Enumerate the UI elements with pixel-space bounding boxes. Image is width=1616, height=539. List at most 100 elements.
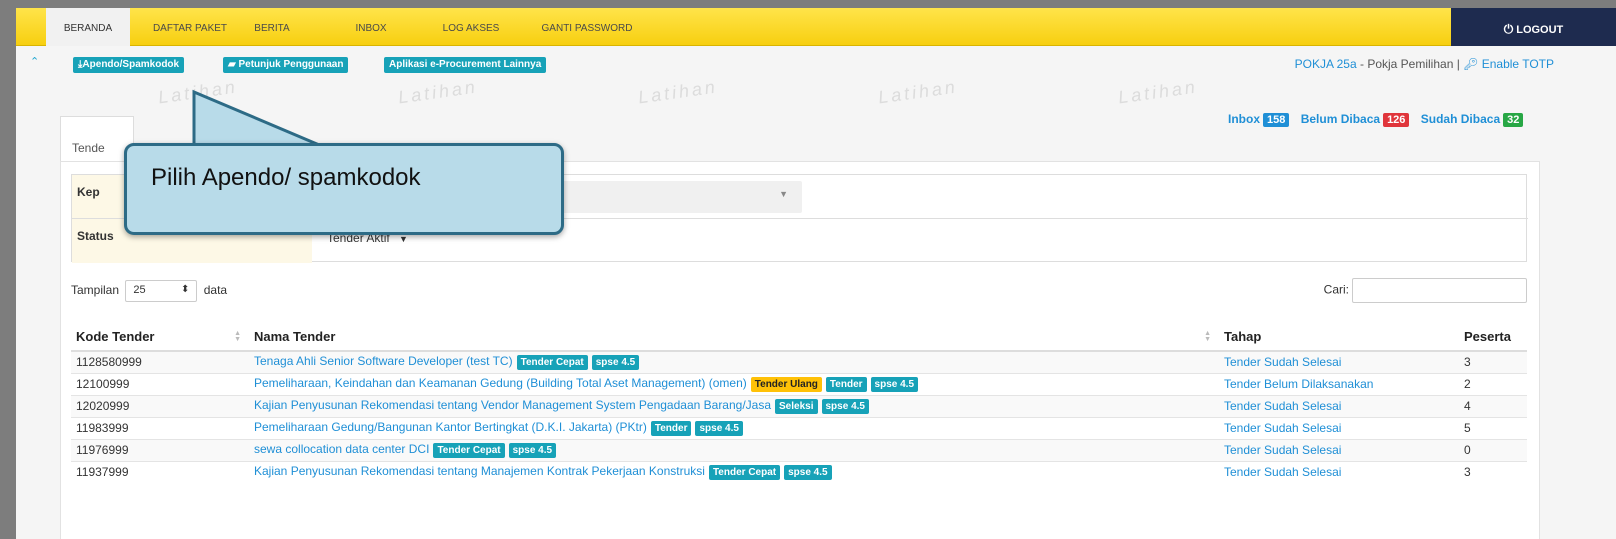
user-info: POKJA 25a - Pokja Pemilihan | 🔑︎ Enable … xyxy=(1295,57,1554,71)
tahap-link[interactable]: Tender Sudah Selesai xyxy=(1224,399,1341,413)
nav-beranda[interactable]: BERANDA xyxy=(46,8,130,46)
kode-tender-cell: 11983999 xyxy=(71,416,249,439)
watermark: Latihan xyxy=(636,76,719,108)
tender-badge: spse 4.5 xyxy=(870,377,919,392)
tender-badge: spse 4.5 xyxy=(695,421,743,436)
tahap-cell: Tender Belum Dilaksanakan xyxy=(1219,372,1459,395)
nama-tender-cell: Kajian Penyusunan Rekomendasi tentang Ve… xyxy=(249,394,1219,417)
kode-tender-cell: 1128580999 xyxy=(71,350,249,373)
search-label: Cari: xyxy=(1323,282,1349,297)
tahap-link[interactable]: Tender Belum Dilaksanakan xyxy=(1224,377,1373,391)
tender-badge: spse 4.5 xyxy=(821,399,869,414)
sudah-dibaca-link[interactable]: Sudah Dibaca xyxy=(1421,112,1500,126)
tender-link[interactable]: Tenaga Ahli Senior Software Developer (t… xyxy=(254,354,513,368)
logout-label: LOGOUT xyxy=(1516,24,1564,36)
search-control: Cari: xyxy=(1324,278,1527,303)
caret-down-icon: ▼ xyxy=(779,189,788,199)
length-suffix: data xyxy=(203,283,228,298)
search-input[interactable] xyxy=(1352,278,1527,303)
tahap-cell: Tender Sudah Selesai xyxy=(1219,438,1459,461)
aplikasi-label: Aplikasi e-Procurement Lainnya xyxy=(389,59,542,70)
tender-link[interactable]: sewa collocation data center DCI xyxy=(254,442,429,456)
sudah-dibaca-count-badge: 32 xyxy=(1503,113,1524,127)
kode-tender-cell: 12020999 xyxy=(71,394,249,417)
kode-tender-cell: 11937999 xyxy=(71,460,249,483)
sort-icon: ▲ ▼ xyxy=(234,330,241,343)
quick-links-bar: ⌃ ⤓Apendo/Spamkodok ▰ Petunjuk Penggunaa… xyxy=(16,46,1616,81)
tender-badge: spse 4.5 xyxy=(591,355,640,371)
petunjuk-label: Petunjuk Penggunaan xyxy=(238,59,344,70)
nama-tender-cell: Pemeliharaan Gedung/Bangunan Kantor Bert… xyxy=(249,416,1219,439)
tender-badge: spse 4.5 xyxy=(508,443,557,458)
nav-daftar-paket[interactable]: DAFTAR PAKET xyxy=(144,8,236,46)
peserta-cell: 3 xyxy=(1459,350,1527,373)
enable-totp-link[interactable]: Enable TOTP xyxy=(1482,57,1554,71)
belum-dibaca-count-badge: 126 xyxy=(1383,113,1410,127)
header-tahap[interactable]: Tahap xyxy=(1219,323,1459,352)
peserta-cell: 5 xyxy=(1459,416,1527,439)
nama-tender-cell: sewa collocation data center DCI Tender C… xyxy=(249,438,1219,461)
tahap-cell: Tender Sudah Selesai xyxy=(1219,394,1459,417)
nav-ganti-password[interactable]: GANTI PASSWORD xyxy=(528,8,646,46)
inbox-link[interactable]: Inbox xyxy=(1228,112,1260,126)
tahap-cell: Tender Sudah Selesai xyxy=(1219,416,1459,439)
tender-link[interactable]: Pemeliharaan, Keindahan dan Keamanan Ged… xyxy=(254,376,747,390)
peserta-cell: 0 xyxy=(1459,438,1527,461)
tender-badge: Tender Ulang xyxy=(750,377,822,392)
aplikasi-button[interactable]: Aplikasi e-Procurement Lainnya xyxy=(384,57,547,73)
tender-table: Kode Tender ▲ ▼ Nama Tender ▲ ▼ Tahap Pesert… xyxy=(71,323,1527,483)
table-row: 11983999 Pemeliharaan Gedung/Bangunan Kan… xyxy=(71,416,1527,439)
belum-dibaca-link[interactable]: Belum Dibaca xyxy=(1301,112,1380,126)
chevron-up-icon[interactable]: ⌃ xyxy=(30,55,39,68)
tahap-link[interactable]: Tender Sudah Selesai xyxy=(1224,355,1341,369)
instruction-callout: Pilih Apendo/ spamkodok xyxy=(124,143,564,235)
tender-badge: Seleksi xyxy=(775,399,818,414)
tender-badge: Tender xyxy=(650,421,692,436)
apendo-button[interactable]: ⤓Apendo/Spamkodok xyxy=(73,57,185,73)
table-row: 12100999 Pemeliharaan, Keindahan dan Keam… xyxy=(71,372,1527,395)
page-length-select[interactable]: 25 ⬍ xyxy=(125,280,198,302)
tahap-link[interactable]: Tender Sudah Selesai xyxy=(1224,465,1341,479)
tender-badge: Tender Cepat xyxy=(516,355,588,371)
header-kode-tender[interactable]: Kode Tender ▲ ▼ xyxy=(71,323,249,352)
tab-tender[interactable]: Tende xyxy=(60,116,134,164)
nav-log-akses[interactable]: LOG AKSES xyxy=(434,8,508,46)
key-icon: 🔑︎ xyxy=(1463,57,1482,71)
peserta-cell: 2 xyxy=(1459,372,1527,395)
tender-link[interactable]: Kajian Penyusunan Rekomendasi tentang Ve… xyxy=(254,398,771,412)
tender-badge: Tender xyxy=(825,377,867,392)
watermark: Latihan xyxy=(876,76,959,108)
page-length-control: Tampilan 25 ⬍ data xyxy=(71,280,227,302)
nav-inbox[interactable]: INBOX xyxy=(346,8,396,46)
user-name[interactable]: POKJA 25a xyxy=(1295,57,1357,71)
tender-link[interactable]: Pemeliharaan Gedung/Bangunan Kantor Bert… xyxy=(254,420,647,434)
power-icon: ⏻ xyxy=(1503,22,1514,36)
sort-icon: ▲ ▼ xyxy=(1204,330,1211,343)
header-nama-tender[interactable]: Nama Tender ▲ ▼ xyxy=(249,323,1219,352)
watermark: Latihan xyxy=(1116,76,1199,108)
logout-button[interactable]: ⏻ LOGOUT xyxy=(1451,8,1616,46)
tender-link[interactable]: Kajian Penyusunan Rekomendasi tentang Ma… xyxy=(254,464,705,478)
watermark: Latihan xyxy=(396,76,479,108)
tahap-link[interactable]: Tender Sudah Selesai xyxy=(1224,421,1341,435)
petunjuk-button[interactable]: ▰ Petunjuk Penggunaan xyxy=(223,57,349,73)
user-role: - Pokja Pemilihan | xyxy=(1356,57,1464,71)
book-icon: ▰ xyxy=(228,59,239,70)
tender-badge: Tender Cepat xyxy=(433,443,505,458)
kode-tender-cell: 12100999 xyxy=(71,372,249,395)
nama-tender-cell: Pemeliharaan, Keindahan dan Keamanan Ged… xyxy=(249,372,1219,395)
top-navigation: BERANDA DAFTAR PAKET BERITA INBOX LOG AK… xyxy=(16,8,1616,46)
tahap-cell: Tender Sudah Selesai xyxy=(1219,350,1459,373)
tahap-link[interactable]: Tender Sudah Selesai xyxy=(1224,443,1341,457)
apendo-label: Apendo/Spamkodok xyxy=(82,59,180,70)
tender-badge: Tender Cepat xyxy=(708,465,781,481)
header-peserta[interactable]: Peserta xyxy=(1459,323,1527,352)
message-counters: Inbox 158 Belum Dibaca 126 Sudah Dibaca 32 xyxy=(1228,112,1531,127)
caret-down-icon: ▼ xyxy=(399,234,408,244)
nav-berita[interactable]: BERITA xyxy=(244,8,300,46)
nama-tender-cell: Kajian Penyusunan Rekomendasi tentang Ma… xyxy=(249,460,1219,483)
inbox-count-badge: 158 xyxy=(1263,113,1290,127)
browser-frame: BERANDA DAFTAR PAKET BERITA INBOX LOG AK… xyxy=(16,8,1616,539)
tahap-cell: Tender Sudah Selesai xyxy=(1219,460,1459,483)
table-row: 11937999 Kajian Penyusunan Rekomendasi te… xyxy=(71,460,1527,483)
